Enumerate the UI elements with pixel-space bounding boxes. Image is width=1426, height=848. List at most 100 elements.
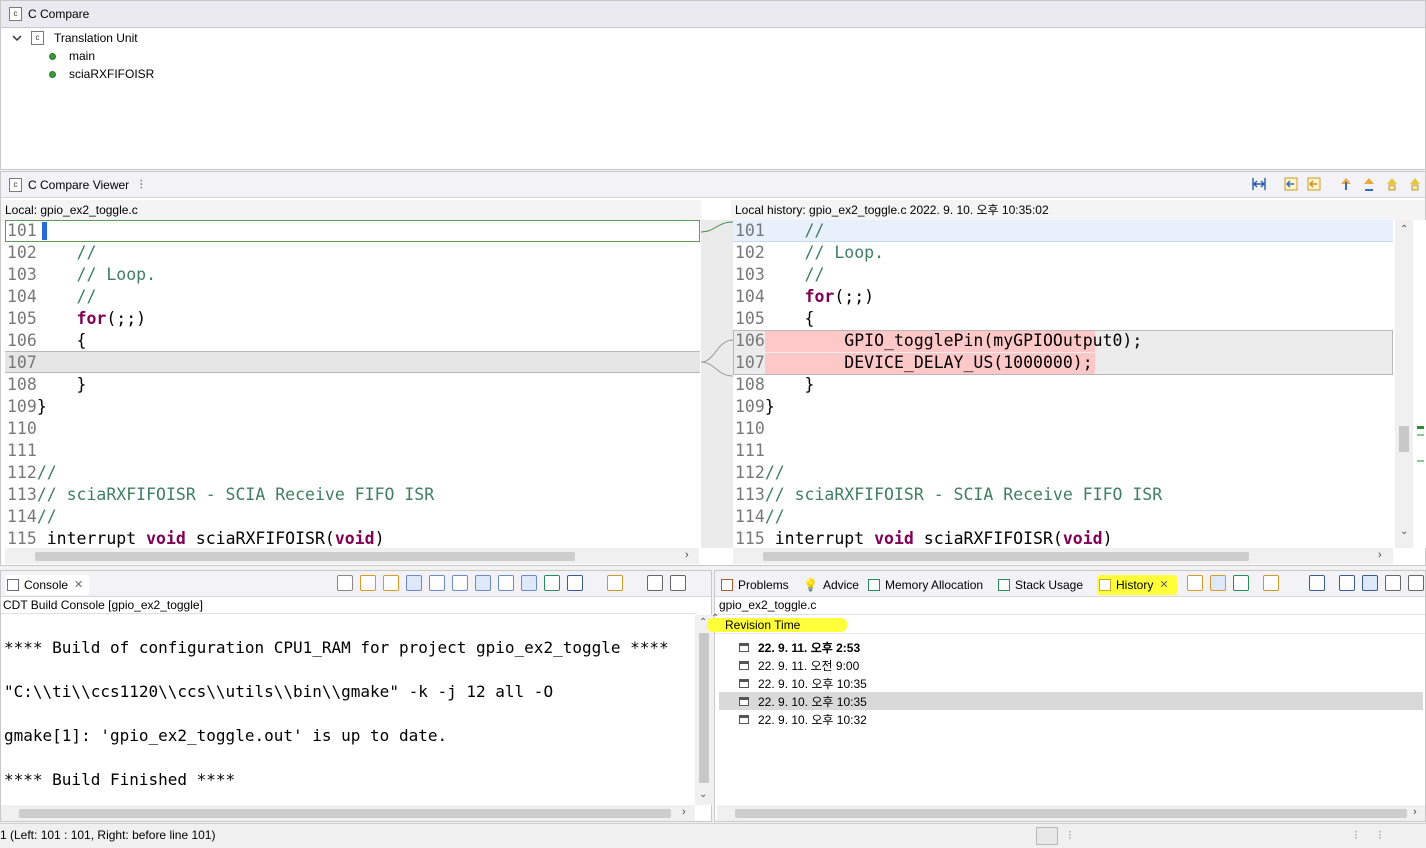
next-change-icon[interactable] [1384,176,1400,192]
scroll-lock-down-icon[interactable] [360,575,376,591]
calendar-icon [739,642,749,652]
code-line: 112// [7,462,57,484]
tab-history[interactable]: History ✕ [1097,575,1177,595]
revision-row[interactable]: 22. 9. 10. 오후 10:32 [719,710,1423,728]
left-code-pane[interactable]: 101 102 //103 // Loop. 104 //105 for(;;) 10… [5,220,701,548]
scroll-down-icon[interactable]: ⌄ [699,789,707,800]
tab-label: Advice [822,578,859,592]
ignore-whitespace-icon[interactable] [1251,176,1267,192]
right-code-pane[interactable]: 101 //102 // Loop. 103 //104 for(;;) 105 {… [733,220,1393,548]
tab-memory-allocation[interactable]: Memory Allocation [868,575,983,595]
layout-icon[interactable] [1362,575,1378,591]
left-horizontal-scrollbar[interactable]: › [5,548,699,564]
scroll-up-icon[interactable]: ⌃ [1400,224,1408,235]
scroll-thumb[interactable] [19,809,671,818]
scroll-thumb[interactable] [763,552,1249,561]
code-text: { [764,309,815,328]
current-diff-box [5,220,700,242]
compare-viewer-title: C Compare Viewer [28,177,130,192]
compare-mode-icon[interactable] [1210,575,1226,591]
code-line: 115 interrupt void sciaRXFIFOISR(void) [735,528,1113,548]
revision-row[interactable]: 22. 9. 10. 오후 10:35 [719,674,1423,692]
console-vertical-scrollbar[interactable]: ⌃ ⌄ [695,615,713,805]
link-with-editor-icon[interactable] [1187,575,1203,591]
drag-handle-icon[interactable]: ⁝ [139,176,143,193]
revision-time: 22. 9. 11. 오후 2:53 [758,640,861,655]
close-icon[interactable]: ✕ [74,576,83,594]
chevron-down-icon[interactable] [11,32,23,44]
code-line: 107 DEVICE_DELAY_US(1000000); [735,352,1093,374]
c-compare-title: C Compare [28,7,90,21]
show-errors-icon[interactable] [475,575,491,591]
code-text: // [764,221,825,240]
maximize-icon[interactable] [670,575,686,591]
tab-console[interactable]: Console ✕ [5,575,90,595]
code-line: 103 // [735,264,824,286]
word-wrap-icon[interactable] [406,575,422,591]
scroll-right-icon[interactable]: › [1378,549,1382,561]
code-line: 101 // [735,220,824,242]
copy-all-left-icon[interactable] [1283,176,1299,192]
previous-difference-icon[interactable] [1361,176,1377,192]
right-vertical-scrollbar[interactable]: ⌃ ⌄ [1395,220,1413,548]
tab-console-label: Console [24,578,69,592]
show-console-icon[interactable] [429,575,445,591]
tree-item-label: main [69,49,96,63]
code-text: for(;;) [76,309,147,328]
tab-advice[interactable]: 💡 Advice [803,575,859,595]
right-horizontal-scrollbar[interactable]: › [733,548,1393,564]
scroll-right-icon[interactable]: › [685,549,689,561]
pin-view-icon[interactable] [1309,575,1325,591]
scroll-thumb[interactable] [699,633,709,783]
display-console-icon[interactable] [567,575,583,591]
scroll-right-icon[interactable]: › [682,806,686,818]
copy-icon[interactable] [521,575,537,591]
scroll-down-icon[interactable]: ⌄ [1400,526,1408,537]
status-separator: ⁝ [1378,828,1382,842]
minimize-icon[interactable] [647,575,663,591]
tab-problems[interactable]: Problems [721,575,789,595]
tree-item-main[interactable]: main [49,47,95,65]
clear-console-icon[interactable] [337,575,353,591]
new-console-icon[interactable] [607,575,623,591]
problems-icon [721,579,733,591]
scroll-lock-up-icon[interactable] [383,575,399,591]
overview-ruler[interactable] [1415,220,1426,548]
tree-translation-unit[interactable]: c Translation Unit [11,29,138,47]
history-column-header[interactable]: ⌃ Revision Time [707,613,1425,634]
tab-stack-usage[interactable]: Stack Usage [998,575,1083,595]
code-line: 102 // Loop. [735,242,884,264]
console-horizontal-scrollbar[interactable]: › [1,805,695,821]
next-difference-icon[interactable] [1338,176,1354,192]
filter-icon[interactable] [498,575,514,591]
code-line: 113// sciaRXFIFOISR - SCIA Receive FIFO … [735,484,1162,506]
revision-time: 22. 9. 10. 오후 10:35 [758,694,867,709]
minimize-icon[interactable] [1385,575,1401,591]
text-cursor [42,222,47,240]
scroll-thumb[interactable] [35,552,575,561]
previous-change-icon[interactable] [1407,176,1423,192]
history-horizontal-scrollbar[interactable]: › [717,805,1425,821]
close-icon[interactable]: ✕ [1159,576,1168,594]
scroll-thumb[interactable] [735,809,1407,818]
collapse-icon[interactable] [1339,575,1355,591]
tree-item-sciarxfifoisr[interactable]: sciaRXFIFOISR [49,65,154,83]
open-console-icon[interactable] [544,575,560,591]
open-revision-icon[interactable] [1233,575,1249,591]
copy-current-left-icon[interactable] [1306,176,1322,192]
pin-console-icon[interactable] [452,575,468,591]
lightbulb-icon: 💡 [803,578,818,592]
revision-row[interactable]: 22. 9. 11. 오후 2:53 [719,638,1423,656]
scroll-right-icon[interactable]: › [1413,806,1417,818]
code-line: 102 // [7,242,96,264]
console-line: **** Build Finished **** [4,770,236,789]
code-line: 110 [7,418,37,440]
console-line: "C:\\ti\\ccs1120\\ccs\\utils\\bin\\gmake… [4,682,554,701]
revision-row[interactable]: 22. 9. 11. 오전 9:00 [719,656,1423,674]
history-menu-icon[interactable] [1263,575,1279,591]
maximize-icon[interactable] [1408,575,1424,591]
scroll-thumb[interactable] [1399,426,1409,452]
task-icon[interactable] [1036,827,1058,845]
revision-row-selected[interactable]: 22. 9. 10. 오후 10:35 [719,692,1423,710]
memory-icon [868,579,880,591]
